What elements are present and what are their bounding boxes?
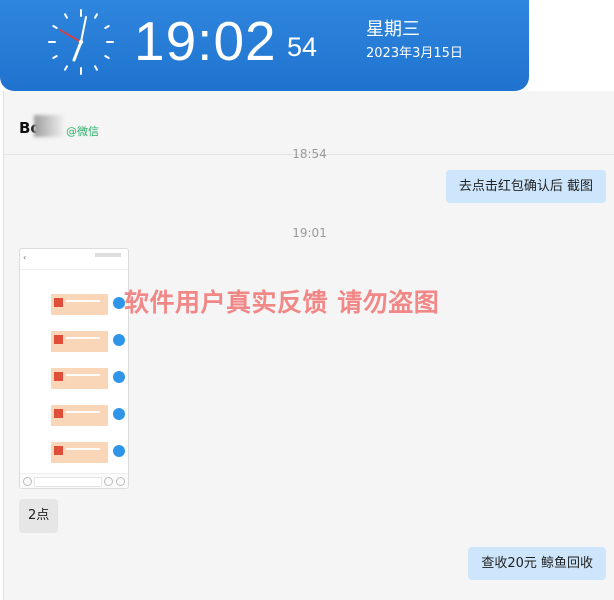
contact-source-tag: @微信 [66,125,99,138]
name-mosaic [34,115,64,137]
red-packet-icon [51,331,108,352]
message-bubble[interactable]: 查收20元 鲸鱼回收 [468,547,606,580]
red-packet-icon [51,368,108,389]
avatar-icon [113,408,125,420]
avatar-icon [113,371,125,383]
image-message[interactable]: ‹ [19,248,129,489]
timestamp: 18:54 [292,147,327,161]
message-bubble[interactable]: 2点 [19,499,59,533]
thumbnail-inputbar [20,473,128,488]
avatar-icon [113,445,125,457]
voice-icon [23,477,32,486]
clock-time: 19:02 [134,10,277,72]
avatar-icon [113,334,125,346]
back-arrow-icon: ‹ [23,253,27,262]
chat-header: Bo @微信 [4,91,614,155]
clock-widget: 19:02 54 星期三 2023年3月15日 [0,0,529,91]
clock-date: 2023年3月15日 [366,46,463,61]
clock-seconds: 54 [287,32,318,62]
clock-icon [48,9,114,75]
watermark: 软件用户真实反馈 请勿盗图 [124,288,440,317]
plus-icon [116,477,125,486]
red-packet-icon [51,294,108,315]
clock-weekday: 星期三 [366,19,420,40]
message-bubble[interactable]: 去点击红包确认后 截图 [445,170,606,203]
red-packet-icon [51,405,108,426]
chat-window: Bo @微信 18:54 去点击红包确认后 截图 19:01 ‹ 2点 查收20… [3,91,614,600]
timestamp: 19:01 [292,226,327,240]
red-packet-icon [51,442,108,463]
emoji-icon [104,477,113,486]
thumbnail-topbar: ‹ [20,249,128,270]
